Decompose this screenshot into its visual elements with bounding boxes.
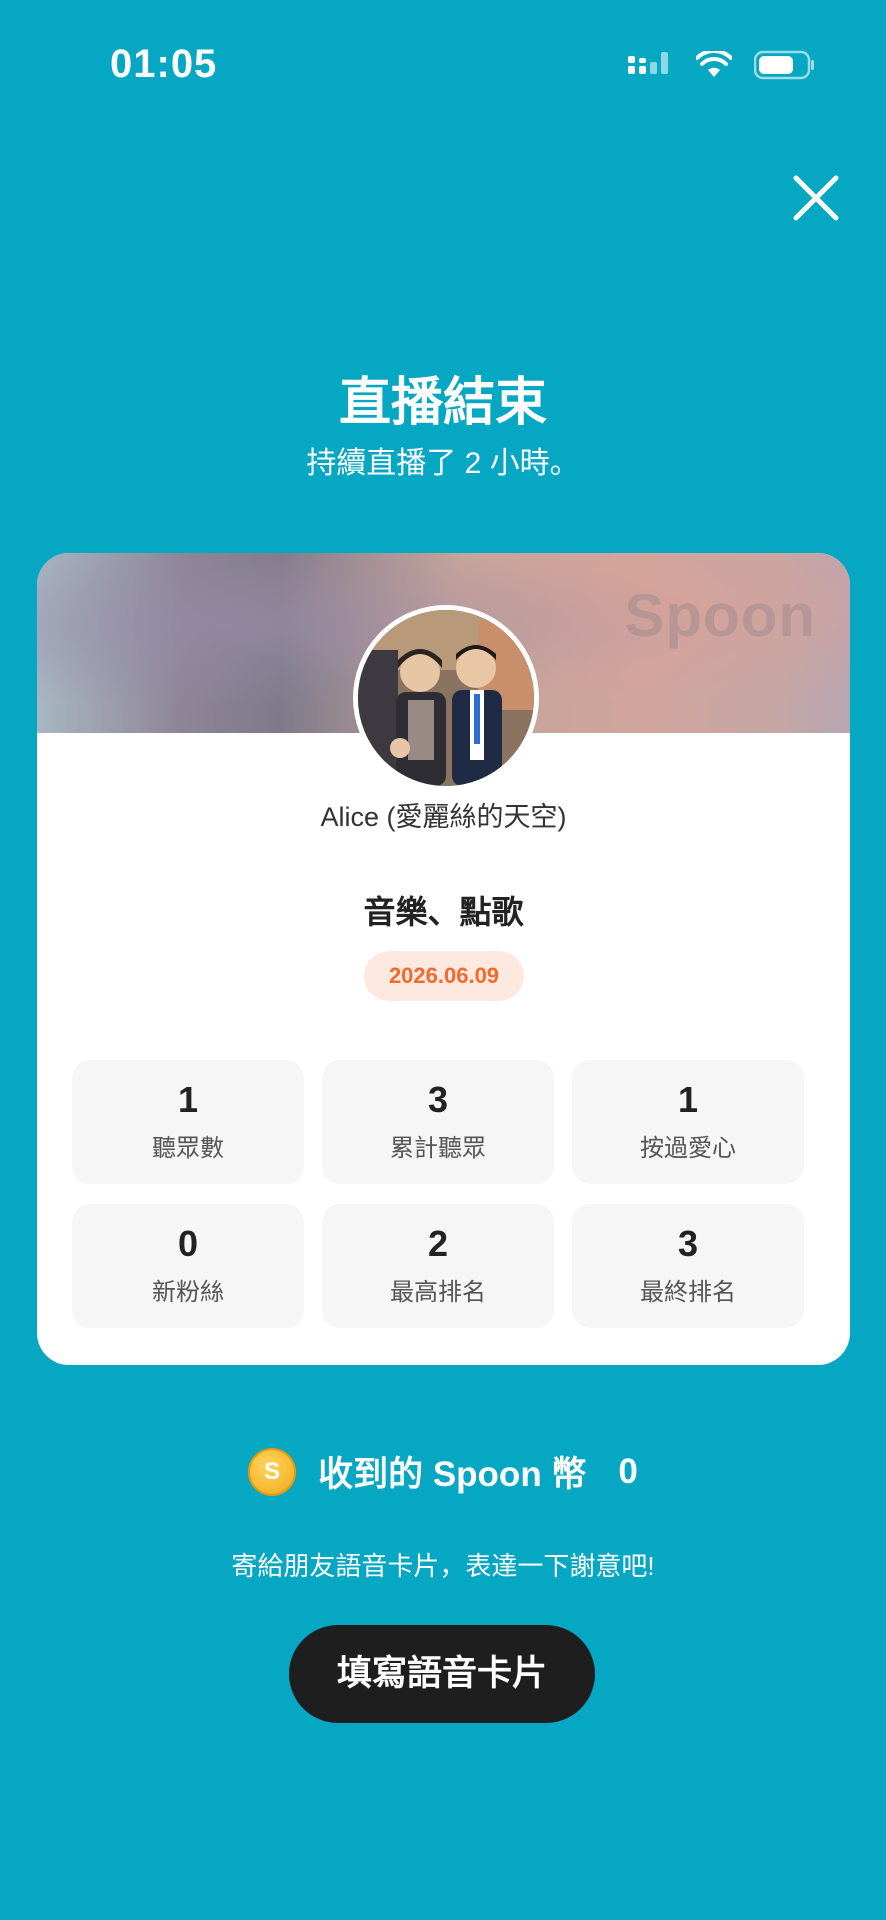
close-icon (786, 175, 846, 232)
broadcast-duration: 持續直播了 2 小時。 (306, 447, 580, 480)
stat-new-fans: 0 新粉絲 (72, 1204, 304, 1328)
broadcast-summary-card: Spoon Alice (愛麗絲的天空) 音樂、點歌 2026.06.09 1 … (37, 553, 850, 1365)
status-time: 01:05 (110, 42, 218, 86)
stats-grid: 1 聽眾數 3 累計聽眾 1 按過愛心 0 新粉絲 2 最高排名 3 最終排名 (72, 1060, 816, 1328)
avatar (353, 605, 539, 791)
battery-icon (753, 50, 816, 85)
stat-label: 新粉絲 (152, 1279, 224, 1306)
signal-icon (626, 50, 674, 85)
wifi-icon (695, 48, 733, 84)
coins-value: 0 (618, 1451, 638, 1491)
room-title: 音樂、點歌 (363, 894, 524, 930)
thanks-text: 寄給朋友語音卡片，表達一下謝意吧! (231, 1551, 655, 1581)
close-button[interactable] (786, 168, 846, 228)
stat-label: 最高排名 (390, 1279, 486, 1306)
stat-final-rank: 3 最終排名 (572, 1204, 804, 1328)
stat-label: 最終排名 (640, 1279, 736, 1306)
coins-received: S 收到的 Spoon 幣 0 (0, 1446, 886, 1497)
date-badge: 2026.06.09 (364, 951, 524, 1001)
user-name: Alice (愛麗絲的天空) (320, 802, 567, 832)
stat-value: 1 (177, 1079, 199, 1120)
spoon-watermark: Spoon (624, 582, 816, 649)
stat-likes: 1 按過愛心 (572, 1060, 804, 1184)
stat-label: 按過愛心 (640, 1135, 736, 1162)
coins-label: 收到的 Spoon 幣 (318, 1455, 587, 1494)
status-bar: 01:05 (0, 0, 886, 130)
status-icons (626, 48, 816, 85)
stat-value: 1 (677, 1079, 699, 1120)
stat-label: 累計聽眾 (390, 1135, 486, 1162)
write-voice-card-button[interactable]: 填寫語音卡片 (289, 1625, 595, 1723)
stat-value: 0 (177, 1223, 199, 1264)
coin-icon: S (248, 1447, 297, 1496)
stat-total-listeners: 3 累計聽眾 (322, 1060, 554, 1184)
stat-highest-rank: 2 最高排名 (322, 1204, 554, 1328)
stat-value: 2 (427, 1223, 449, 1264)
page-title: 直播結束 (338, 374, 547, 432)
stat-value: 3 (677, 1223, 699, 1264)
stat-listeners: 1 聽眾數 (72, 1060, 304, 1184)
stat-label: 聽眾數 (152, 1135, 224, 1162)
stat-value: 3 (427, 1079, 449, 1120)
